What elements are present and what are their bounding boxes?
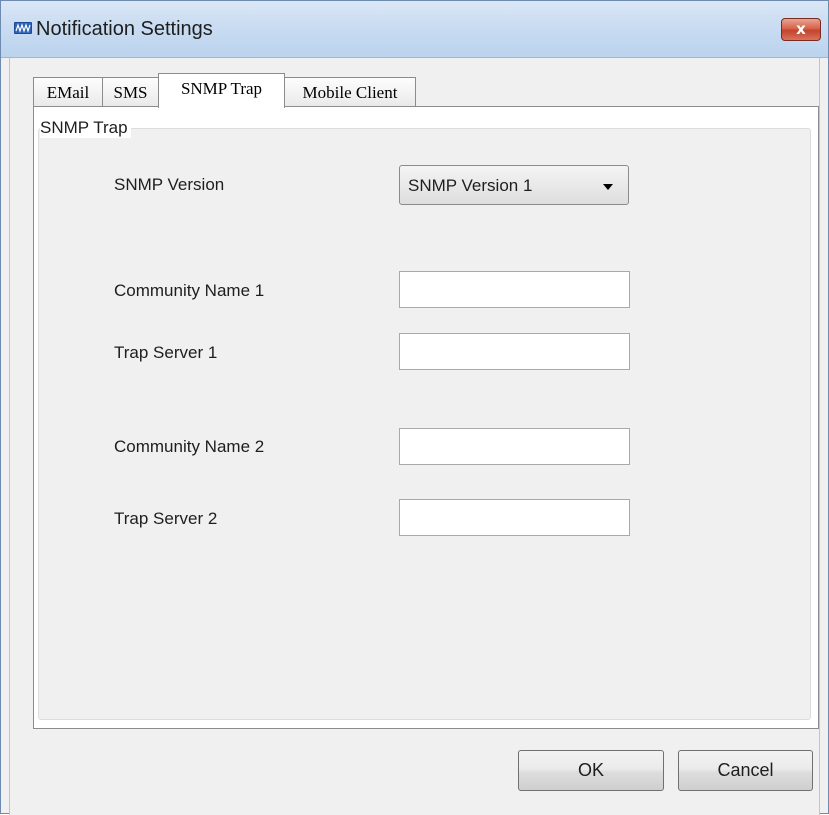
- app-logo-icon: [14, 22, 32, 34]
- chevron-down-icon: [603, 184, 613, 190]
- snmp-version-value: SNMP Version 1: [408, 176, 533, 195]
- ok-button[interactable]: OK: [518, 750, 664, 791]
- tab-sms[interactable]: SMS: [102, 77, 159, 107]
- community-name-1-input[interactable]: [399, 271, 630, 308]
- title-bar: Notification Settings x: [1, 1, 828, 58]
- window-title: Notification Settings: [36, 18, 213, 40]
- snmp-version-select[interactable]: SNMP Version 1: [399, 165, 629, 205]
- close-button[interactable]: x: [781, 18, 821, 41]
- community-name-1-label: Community Name 1: [114, 281, 265, 300]
- tab-mobile-client[interactable]: Mobile Client: [284, 77, 416, 107]
- trap-server-2-input[interactable]: [399, 499, 630, 536]
- tab-snmp-trap[interactable]: SNMP Trap: [158, 73, 285, 108]
- community-name-2-label: Community Name 2: [114, 437, 265, 456]
- trap-server-1-input[interactable]: [399, 333, 630, 370]
- tab-email[interactable]: EMail: [33, 77, 103, 107]
- cancel-button[interactable]: Cancel: [678, 750, 813, 791]
- snmp-version-label: SNMP Version: [114, 175, 225, 194]
- community-name-2-input[interactable]: [399, 428, 630, 465]
- group-title: SNMP Trap: [40, 118, 131, 138]
- trap-server-1-label: Trap Server 1: [114, 343, 218, 362]
- trap-server-2-label: Trap Server 2: [114, 509, 218, 528]
- snmp-trap-group: [38, 128, 811, 720]
